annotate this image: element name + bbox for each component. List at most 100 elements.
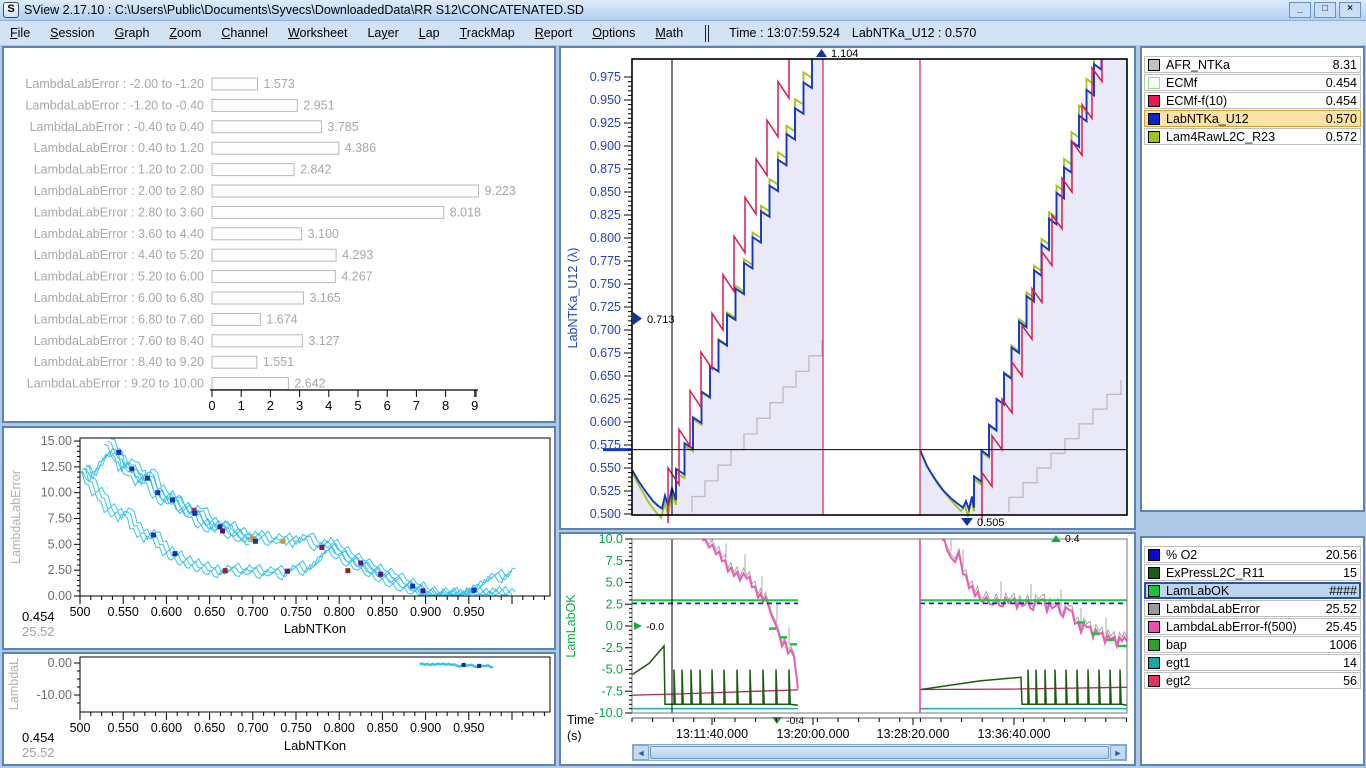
svg-text:15.00: 15.00 — [41, 434, 72, 448]
main-chart-panel[interactable]: 0.5000.5250.5500.5750.6000.6250.6500.675… — [559, 46, 1136, 530]
channel-row-bap[interactable]: bap1006 — [1144, 636, 1361, 653]
channel-value: 14 — [1343, 656, 1357, 670]
channel-row-egt1[interactable]: egt1 14 — [1144, 654, 1361, 671]
svg-text:25.52: 25.52 — [22, 624, 55, 639]
menu-item-channel[interactable]: Channel — [211, 23, 278, 43]
menu-item-graph[interactable]: Graph — [105, 23, 160, 43]
svg-text:4.293: 4.293 — [342, 248, 373, 262]
svg-text:0.800: 0.800 — [324, 605, 355, 619]
channel-value: 8.31 — [1333, 58, 1357, 72]
svg-text:0.700: 0.700 — [237, 721, 268, 735]
channel-color-swatch — [1148, 675, 1160, 687]
channel-name: ECMf — [1166, 76, 1322, 90]
svg-text:2.642: 2.642 — [294, 377, 325, 391]
restore-button-icon[interactable]: □ — [1314, 2, 1336, 18]
svg-text:0.750: 0.750 — [280, 721, 311, 735]
menu-item-math[interactable]: Math — [645, 23, 693, 43]
channel-row-egt2[interactable]: egt256 — [1144, 672, 1361, 689]
svg-text:0.650: 0.650 — [590, 369, 621, 383]
channel-color-swatch — [1148, 77, 1160, 89]
svg-text:LambdaLabError : 7.60 to 8.40: LambdaLabError : 7.60 to 8.40 — [34, 334, 204, 348]
svg-text:LambdaLabError : 3.60 to 4.40: LambdaLabError : 3.60 to 4.40 — [34, 227, 204, 241]
channel-row-ecmf[interactable]: ECMf0.454 — [1144, 74, 1361, 91]
menu-item-zoom[interactable]: Zoom — [159, 23, 211, 43]
svg-text:LambdaLabError : 8.40 to 9.20: LambdaLabError : 8.40 to 9.20 — [34, 355, 204, 369]
menu-item-lap[interactable]: Lap — [409, 23, 450, 43]
svg-text:9: 9 — [471, 398, 478, 413]
svg-text:500: 500 — [70, 721, 91, 735]
svg-text:10.00: 10.00 — [41, 486, 72, 500]
channel-value: 0.454 — [1326, 94, 1357, 108]
svg-text:LambdaLabError : 2.80 to 3.60: LambdaLabError : 2.80 to 3.60 — [34, 205, 204, 219]
svg-text:0.750: 0.750 — [280, 605, 311, 619]
channel-row-expressl2c-r11[interactable]: ExPressL2C_R1115 — [1144, 564, 1361, 581]
svg-text:0.950: 0.950 — [453, 721, 484, 735]
menu-item-report[interactable]: Report — [525, 23, 583, 43]
menu-item-layer[interactable]: Layer — [357, 23, 408, 43]
min-marker-icon — [961, 518, 973, 526]
menu-item-file[interactable]: File — [0, 23, 40, 43]
scrollbar-thumb[interactable] — [650, 746, 1109, 759]
svg-text:LambdaLabError : 4.40 to 5.20: LambdaLabError : 4.40 to 5.20 — [34, 248, 204, 262]
close-button-icon[interactable]: × — [1339, 2, 1361, 18]
menu-item-session[interactable]: Session — [40, 23, 104, 43]
bottom-chart-panel[interactable]: 10.07.55.02.50.0-2.5-5.0-7.5-10.0LamLabO… — [559, 532, 1136, 766]
channel-color-swatch — [1148, 549, 1160, 561]
svg-text:0.600: 0.600 — [151, 721, 182, 735]
channel-list-top: AFR_NTKa8.31ECMf0.454ECMf-f(10)0.454LabN… — [1142, 48, 1363, 145]
channel-value: 25.52 — [1326, 602, 1357, 616]
channel-value: 0.572 — [1326, 130, 1357, 144]
scatter2-panel[interactable]: 0.00-10.005000.5500.6000.6500.7000.7500.… — [2, 652, 556, 766]
channel-row-lamlabok[interactable]: LamLabOK#### — [1144, 582, 1361, 599]
channel-row-ecmf-f-10-[interactable]: ECMf-f(10)0.454 — [1144, 92, 1361, 109]
channel-value: 1006 — [1329, 638, 1357, 652]
svg-text:-0.4: -0.4 — [786, 715, 804, 727]
window-title: SView 2.17.10 : C:\Users\Public\Document… — [24, 3, 584, 17]
menu-item-trackmap[interactable]: TrackMap — [450, 23, 525, 43]
svg-text:0.950: 0.950 — [590, 93, 621, 107]
svg-text:3.165: 3.165 — [309, 291, 340, 305]
scrollbar-right-arrow-icon[interactable]: ► — [1110, 745, 1126, 760]
svg-text:0.800: 0.800 — [590, 231, 621, 245]
svg-text:0.525: 0.525 — [590, 484, 621, 498]
svg-text:2.842: 2.842 — [300, 163, 331, 177]
svg-text:0.900: 0.900 — [410, 721, 441, 735]
svg-text:7.5: 7.5 — [606, 554, 623, 568]
histogram-panel[interactable]: LambdaLabError : -2.00 to -1.201.573Lamb… — [2, 46, 556, 423]
svg-text:LambdaLabError : 6.80 to 7.60: LambdaLabError : 6.80 to 7.60 — [34, 312, 204, 326]
window-controls: _ □ × — [1289, 2, 1366, 18]
svg-text:7.50: 7.50 — [48, 512, 72, 526]
svg-text:LabNTKon: LabNTKon — [284, 738, 346, 753]
time-scrollbar[interactable]: ◄ ► — [632, 744, 1127, 761]
channel-row-afr-ntka[interactable]: AFR_NTKa8.31 — [1144, 56, 1361, 73]
app-logo-icon: S — [3, 2, 19, 18]
channel-value: #### — [1329, 584, 1357, 598]
channel-value: 20.56 — [1326, 548, 1357, 562]
svg-text:0.975: 0.975 — [590, 70, 621, 84]
svg-text:LambdaLabError : 6.00 to 6.80: LambdaLabError : 6.00 to 6.80 — [34, 291, 204, 305]
svg-text:13:11:40.000: 13:11:40.000 — [676, 727, 748, 741]
svg-text:4.386: 4.386 — [345, 141, 376, 155]
minimize-button-icon[interactable]: _ — [1289, 2, 1311, 18]
svg-text:-2.5: -2.5 — [601, 641, 623, 655]
scatter-panel[interactable]: 15.0012.5010.007.505.002.500.005000.5500… — [2, 426, 556, 650]
menu-item-options[interactable]: Options — [582, 23, 645, 43]
svg-text:0.850: 0.850 — [367, 721, 398, 735]
channel-row-lambdalaberror[interactable]: LambdaLabError25.52 — [1144, 600, 1361, 617]
channel-row-lam4rawl2c-r23[interactable]: Lam4RawL2C_R230.572 — [1144, 128, 1361, 145]
svg-text:0.850: 0.850 — [590, 185, 621, 199]
svg-text:4: 4 — [325, 398, 332, 413]
channel-name: egt1 — [1166, 656, 1339, 670]
channel-color-swatch — [1148, 621, 1160, 633]
channel-row-lambdalaberror-f-500-[interactable]: LambdaLabError-f(500)25.45 — [1144, 618, 1361, 635]
channel-value: 15 — [1343, 566, 1357, 580]
svg-text:LambdaLabError : 5.20 to 6.00: LambdaLabError : 5.20 to 6.00 — [34, 270, 204, 284]
svg-text:0.900: 0.900 — [590, 139, 621, 153]
menu-item-worksheet[interactable]: Worksheet — [278, 23, 358, 43]
channel-row--o2[interactable]: % O220.56 — [1144, 546, 1361, 563]
svg-text:0.900: 0.900 — [410, 605, 441, 619]
scrollbar-left-arrow-icon[interactable]: ◄ — [633, 745, 649, 760]
svg-text:0.00: 0.00 — [48, 589, 72, 603]
svg-text:9.223: 9.223 — [485, 184, 516, 198]
channel-row-labntka-u12[interactable]: LabNTKa_U120.570 — [1144, 110, 1361, 127]
